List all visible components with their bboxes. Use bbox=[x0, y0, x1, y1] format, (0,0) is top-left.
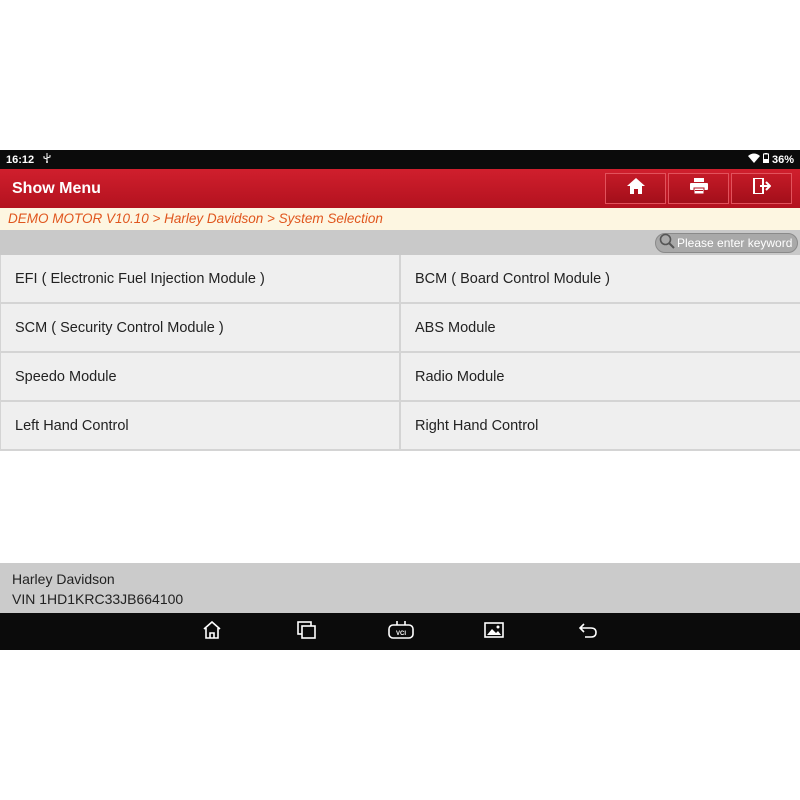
status-time: 16:12 bbox=[6, 153, 35, 166]
home-icon bbox=[626, 178, 645, 199]
module-scm[interactable]: SCM ( Security Control Module ) bbox=[1, 304, 399, 351]
module-abs[interactable]: ABS Module bbox=[401, 304, 800, 351]
vehicle-vin: VIN 1HD1KRC33JB664100 bbox=[12, 591, 184, 607]
module-left-hand-control[interactable]: Left Hand Control bbox=[1, 402, 399, 449]
app-bar-actions bbox=[605, 173, 792, 204]
app-bar: Show Menu bbox=[0, 169, 800, 208]
home-button[interactable] bbox=[605, 173, 666, 204]
nav-back-button[interactable] bbox=[576, 621, 600, 643]
module-efi[interactable]: EFI ( Electronic Fuel Injection Module ) bbox=[1, 255, 399, 302]
nav-gallery-button[interactable] bbox=[482, 621, 506, 643]
vehicle-info: Harley Davidson VIN 1HD1KRC33JB664100 bbox=[0, 563, 800, 613]
search-box[interactable] bbox=[655, 233, 798, 253]
nav-home-button[interactable] bbox=[200, 620, 224, 644]
battery-icon bbox=[762, 153, 769, 166]
battery-percent: 36% bbox=[771, 153, 794, 166]
navigation-bar: VCI bbox=[0, 613, 800, 650]
nav-home-icon bbox=[202, 620, 222, 644]
nav-recents-icon bbox=[297, 620, 317, 644]
nav-recents-button[interactable] bbox=[295, 620, 319, 644]
nav-vci-icon: VCI bbox=[388, 620, 414, 644]
vehicle-make: Harley Davidson bbox=[12, 571, 115, 587]
module-grid: EFI ( Electronic Fuel Injection Module )… bbox=[0, 255, 800, 451]
exit-icon bbox=[752, 177, 771, 199]
search-strip bbox=[0, 230, 800, 255]
nav-gallery-icon bbox=[484, 621, 504, 644]
print-button[interactable] bbox=[668, 173, 729, 204]
page-title: Show Menu bbox=[12, 179, 101, 197]
module-speedo[interactable]: Speedo Module bbox=[1, 353, 399, 400]
breadcrumb: DEMO MOTOR V10.10 > Harley Davidson > Sy… bbox=[0, 208, 800, 230]
search-icon bbox=[659, 233, 675, 254]
nav-vci-label: VCI bbox=[396, 631, 406, 637]
print-icon bbox=[689, 178, 708, 199]
status-bar: 16:12 36% bbox=[0, 150, 800, 169]
nav-vci-button[interactable]: VCI bbox=[388, 620, 414, 644]
app-screen: 16:12 36% Show Menu DEMO MOTOR V10.10 > … bbox=[0, 150, 800, 650]
module-right-hand-control[interactable]: Right Hand Control bbox=[401, 402, 800, 449]
module-bcm[interactable]: BCM ( Board Control Module ) bbox=[401, 255, 800, 302]
usb-icon bbox=[42, 153, 52, 166]
wifi-icon bbox=[747, 153, 760, 166]
module-radio[interactable]: Radio Module bbox=[401, 353, 800, 400]
nav-back-icon bbox=[578, 621, 598, 644]
exit-button[interactable] bbox=[731, 173, 792, 204]
search-input[interactable] bbox=[675, 236, 797, 250]
